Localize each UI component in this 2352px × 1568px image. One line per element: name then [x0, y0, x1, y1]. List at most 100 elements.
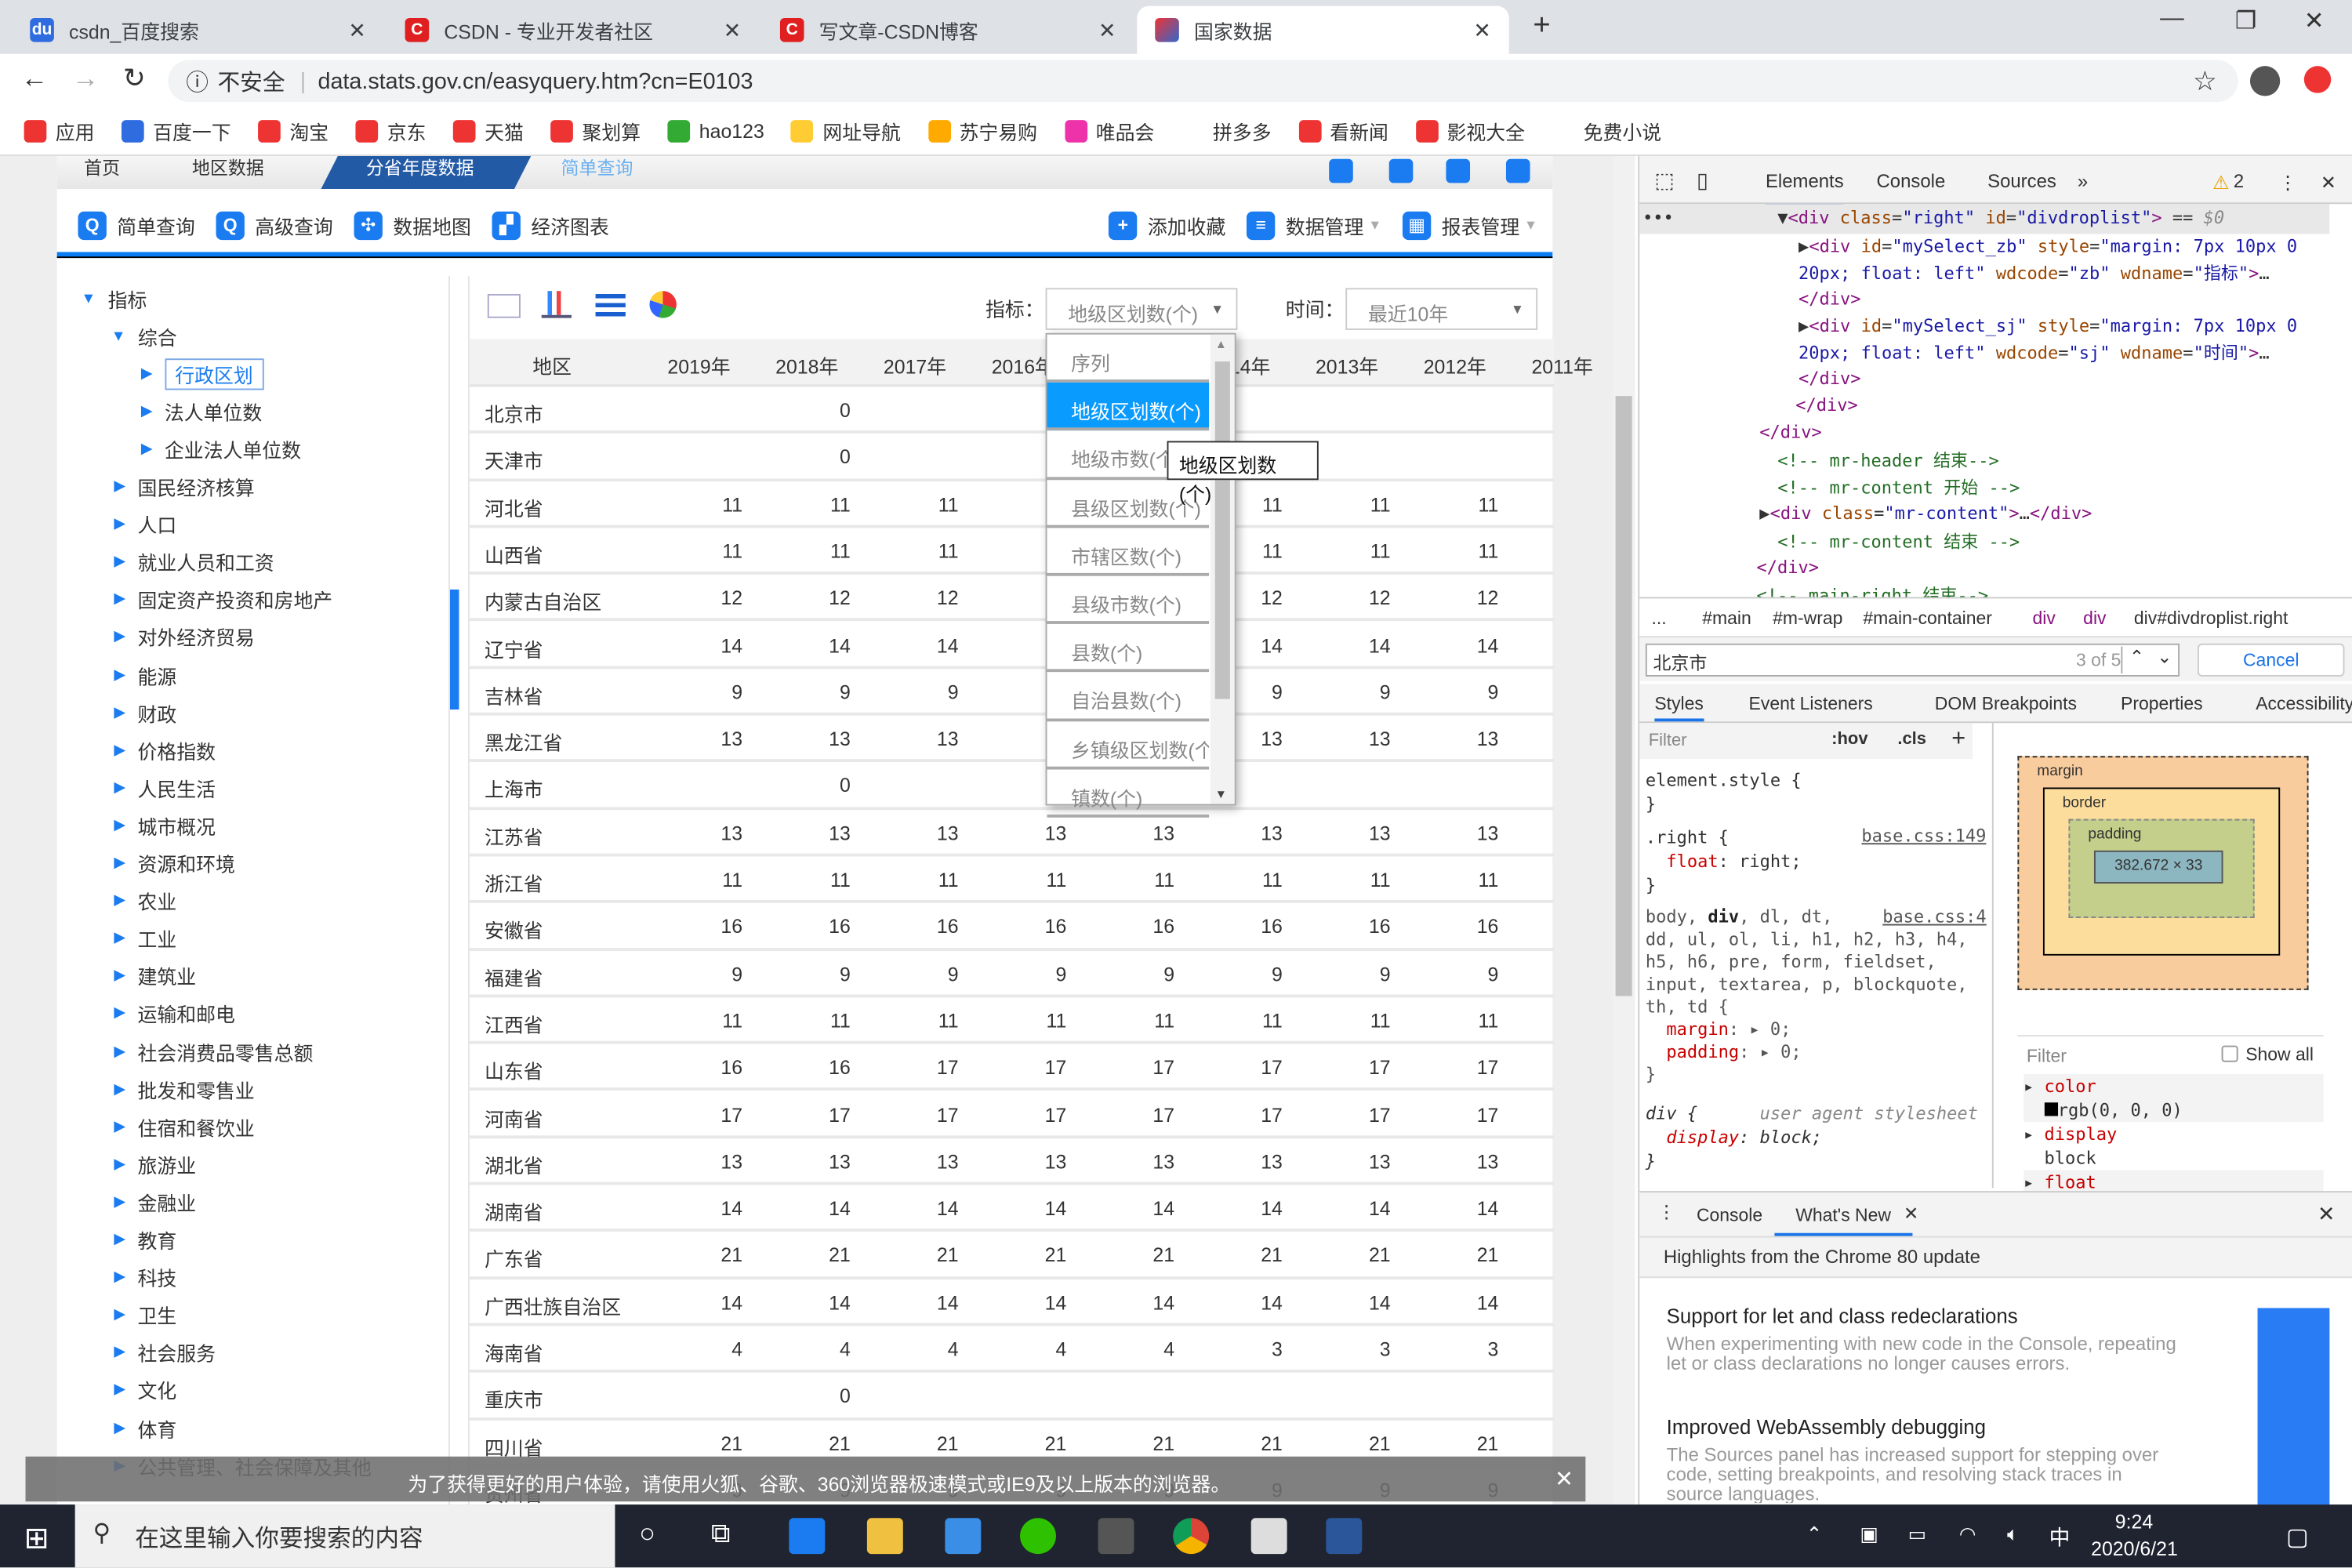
caret-right-icon[interactable]: ▶	[114, 516, 125, 532]
subtab[interactable]: DOM Breakpoints	[1935, 693, 2077, 714]
tray-chevron-icon[interactable]: ⌃	[1806, 1523, 1823, 1547]
warning-icon[interactable]: ⚠	[2212, 171, 2229, 194]
column-header-year[interactable]: 2012年	[1424, 351, 1486, 379]
close-tab-icon[interactable]: ✕	[724, 17, 741, 43]
search-next-button[interactable]: ⌄	[2151, 647, 2178, 668]
clock-time[interactable]: 9:24	[2115, 1511, 2153, 1534]
data-manage-button[interactable]: ≡ 数据管理 ▼	[1247, 210, 1381, 240]
tree-item[interactable]: ▶ 财政	[114, 696, 176, 729]
bookmark-item[interactable]: 聚划算	[550, 117, 641, 145]
dropdown-option[interactable]: 县数(个)	[1047, 624, 1210, 673]
mail-icon[interactable]	[945, 1518, 982, 1555]
print-icon[interactable]	[1446, 158, 1471, 183]
column-header-year[interactable]: 2017年	[884, 351, 946, 379]
caret-right-icon[interactable]: ▶	[114, 666, 125, 683]
dropdown-option[interactable]: 自治县数(个)	[1047, 673, 1210, 721]
browser-tab[interactable]: du csdn_百度搜索 ✕	[12, 6, 383, 54]
close-window-button[interactable]: ✕	[2304, 6, 2325, 36]
caret-down-icon[interactable]: ▼	[81, 290, 96, 307]
dom-breadcrumb-item[interactable]: #main	[1702, 608, 1751, 629]
close-tab-icon[interactable]: ✕	[348, 17, 365, 43]
tab-sources[interactable]: Sources	[1987, 171, 2056, 192]
stylesheet-link[interactable]: base.css:4	[1882, 906, 1986, 927]
dropdown-scrollbar[interactable]: ▲ ▼	[1210, 334, 1235, 804]
dom-breadcrumb-item[interactable]: #main-container	[1863, 608, 1992, 629]
browser-tab[interactable]: C 写文章-CSDN博客 ✕	[762, 6, 1134, 54]
network-icon[interactable]: ▣	[1860, 1523, 1878, 1547]
caret-right-icon[interactable]: ▶	[141, 365, 153, 382]
breadcrumb-region[interactable]: 地区数据	[192, 156, 264, 180]
caret-right-icon[interactable]: ▶	[114, 591, 125, 608]
caret-right-icon[interactable]: ▶	[114, 629, 125, 645]
url-input[interactable]: ⓘ 不安全 | data.stats.gov.cn/easyquery.htm?cn=…	[168, 60, 2238, 103]
caret-right-icon[interactable]: ▶	[114, 554, 125, 570]
inspect-icon[interactable]: ⬚	[1654, 168, 1674, 194]
tree-item[interactable]: ▼ 指标	[81, 282, 147, 315]
bookmark-item[interactable]: 百度一下	[122, 117, 231, 145]
tree-item[interactable]: ▶ 人口	[114, 508, 176, 541]
info-icon[interactable]: ⓘ	[186, 65, 209, 96]
bookmark-item[interactable]: 唯品会	[1064, 117, 1154, 145]
caret-right-icon[interactable]: ▶	[114, 893, 125, 909]
profile-avatar[interactable]	[2249, 66, 2281, 96]
search-prev-button[interactable]: ⌃	[2121, 646, 2151, 674]
bookmark-item[interactable]: 淘宝	[258, 117, 328, 145]
bookmark-item[interactable]: 免费小说	[1552, 117, 1661, 145]
stylesheet-link[interactable]: base.css:149	[1861, 825, 1986, 846]
dom-node[interactable]: ▶<div id="mySelect_zb" style="margin: 7p…	[1798, 234, 2297, 312]
close-icon[interactable]: ✕	[1555, 1465, 1573, 1493]
tree-item[interactable]: ▶ 科技	[114, 1261, 176, 1294]
kebab-menu-icon[interactable]: ⋮	[1657, 1202, 1675, 1223]
share-icon[interactable]	[1505, 158, 1530, 183]
pie-chart-icon[interactable]	[649, 291, 677, 318]
computed-filter-input[interactable]: Filter	[2027, 1046, 2067, 1067]
reload-icon[interactable]: ↻	[123, 63, 146, 94]
dom-node[interactable]: ▶<div class="mr-content">…</div>	[1759, 503, 2092, 524]
page-scrollbar[interactable]	[1612, 155, 1635, 1505]
tree-item[interactable]: ▶ 能源	[114, 659, 176, 691]
caret-right-icon[interactable]: ▶	[114, 1307, 125, 1323]
column-header-year[interactable]: 2013年	[1316, 351, 1378, 379]
show-all-checkbox[interactable]	[2221, 1045, 2238, 1062]
subtab[interactable]: Event Listeners	[1749, 693, 1873, 714]
subtab[interactable]: Accessibility	[2256, 693, 2352, 714]
tree-item[interactable]: ▶ 企业法人单位数	[141, 433, 301, 466]
close-drawer-icon[interactable]: ✕	[2318, 1202, 2335, 1228]
bookmark-item[interactable]: hao123	[667, 120, 764, 143]
close-tab-icon[interactable]: ✕	[1473, 17, 1490, 43]
store-icon[interactable]	[1098, 1518, 1134, 1555]
caret-right-icon[interactable]: ▶	[114, 968, 125, 985]
tree-item[interactable]: ▶ 行政区划	[141, 358, 264, 390]
tree-item[interactable]: ▶ 人民生活	[114, 771, 216, 804]
caret-right-icon[interactable]: ▶	[114, 1269, 125, 1286]
caret-right-icon[interactable]: ▶	[114, 1119, 125, 1135]
caret-right-icon[interactable]: ▶	[114, 780, 125, 797]
update-icon[interactable]	[2303, 66, 2332, 93]
notepad-icon[interactable]	[1250, 1518, 1287, 1555]
tree-item[interactable]: ▶ 国民经济核算	[114, 470, 254, 503]
caret-right-icon[interactable]: ▶	[114, 1044, 125, 1060]
tree-item[interactable]: ▶ 工业	[114, 922, 176, 955]
subtab[interactable]: Styles	[1654, 693, 1704, 722]
more-tabs-icon[interactable]: »	[2078, 171, 2088, 192]
bookmark-item[interactable]: 影视大全	[1415, 117, 1525, 145]
wechat-icon[interactable]	[1020, 1518, 1056, 1555]
tree-item[interactable]: ▶ 农业	[114, 884, 176, 917]
dropdown-option[interactable]: 地级区划数(个)	[1047, 383, 1210, 431]
browser-tab[interactable]: C CSDN - 专业开发者社区 ✕	[387, 6, 759, 54]
column-header-year[interactable]: 2011年	[1531, 351, 1592, 379]
dropdown-option[interactable]: 序列	[1047, 335, 1210, 383]
close-tab-icon[interactable]: ✕	[1098, 17, 1116, 43]
add-rule-icon[interactable]: +	[1951, 726, 1965, 753]
tree-item[interactable]: ▶ 城市概况	[114, 809, 216, 842]
column-header-year[interactable]: 2018年	[775, 351, 838, 379]
tree-item[interactable]: ▶ 批发和零售业	[114, 1073, 254, 1105]
tree-item[interactable]: ▶ 固定资产投资和房地产	[114, 583, 332, 616]
dropdown-option[interactable]: 镇数(个)	[1047, 769, 1210, 818]
dom-breadcrumb-item[interactable]: ...	[1652, 608, 1667, 629]
bookmark-item[interactable]: 网址导航	[791, 117, 901, 145]
battery-icon[interactable]: ▭	[1908, 1523, 1927, 1547]
caret-right-icon[interactable]: ▶	[114, 1232, 125, 1248]
tree-item[interactable]: ▶ 社会消费品零售总额	[114, 1035, 313, 1068]
close-tab-icon[interactable]: ✕	[1904, 1203, 1918, 1224]
